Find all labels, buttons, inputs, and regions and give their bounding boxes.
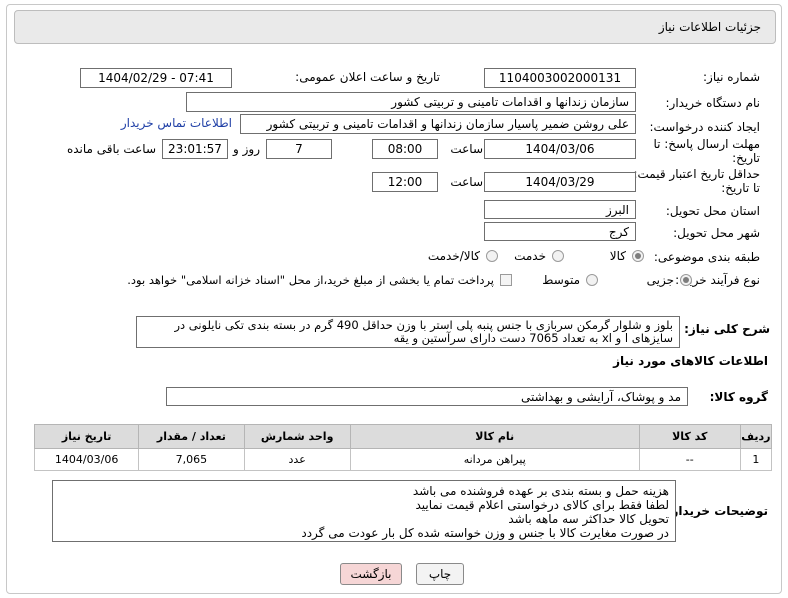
col-quantity: تعداد / مقدار: [138, 424, 245, 449]
price-validity-label-2: تا تاریخ:: [721, 181, 760, 195]
price-validity-date[interactable]: 1404/03/29: [484, 172, 636, 192]
goods-section-title: اطلاعات کالاهای مورد نیاز: [613, 354, 768, 368]
col-row-number: ردیف: [739, 424, 773, 449]
item-code-cell: --: [638, 448, 741, 471]
buyer-note-line: هزینه حمل و بسته بندی بر عهده فروشنده می…: [412, 484, 669, 498]
category-option-goods: کالا: [609, 249, 626, 263]
col-item-name: نام کالا: [349, 424, 640, 449]
category-option-service: خدمت: [514, 249, 546, 263]
province-label: استان محل تحویل:: [665, 204, 760, 218]
province-field[interactable]: البرز: [484, 200, 636, 219]
need-number-label: شماره نیاز:: [703, 70, 760, 84]
remaining-time-label: ساعت باقی مانده: [66, 142, 156, 156]
city-field[interactable]: کرج: [484, 222, 636, 241]
reply-days-field[interactable]: 7: [266, 139, 332, 159]
treasury-payment-checkbox[interactable]: [500, 274, 512, 286]
buyer-org-field[interactable]: سازمان زندانها و اقدامات تامینی و تربیتی…: [186, 92, 636, 112]
treasury-payment-text: پرداخت تمام یا بخشی از مبلغ خرید،از محل …: [127, 273, 494, 287]
buyer-org-label: نام دستگاه خریدار:: [665, 96, 761, 110]
category-radio-service[interactable]: [552, 250, 564, 262]
need-date-cell: 1404/03/06: [33, 448, 140, 471]
table-row[interactable]: 1 -- پیراهن مردانه عدد 7,065 1404/03/06: [33, 448, 773, 471]
reply-deadline-date[interactable]: 1404/03/06: [484, 139, 636, 159]
reply-deadline-label-2: تاریخ:: [732, 151, 760, 165]
row-number-cell: 1: [739, 448, 773, 471]
items-table: ردیف کد کالا نام کالا واحد شمارش تعداد /…: [33, 424, 773, 471]
announce-datetime-field[interactable]: 1404/02/29 - 07:41: [80, 68, 232, 88]
remaining-time-field[interactable]: 23:01:57: [162, 139, 228, 159]
description-label: شرح کلی نیاز:: [684, 322, 770, 336]
need-number-field[interactable]: 1104003002000131: [484, 68, 636, 88]
category-label: طبقه بندی موضوعی:: [653, 250, 760, 264]
price-time-label: ساعت: [450, 175, 483, 189]
price-validity-time[interactable]: 12:00: [372, 172, 438, 192]
col-item-code: کد کالا: [638, 424, 741, 449]
category-radio-goods[interactable]: [632, 250, 644, 262]
print-button[interactable]: چاپ: [416, 563, 464, 585]
unit-cell: عدد: [243, 448, 351, 471]
price-validity-label: حداقل تاریخ اعتبار قیمت:: [633, 167, 760, 181]
item-name-cell: پیراهن مردانه: [349, 448, 640, 471]
announce-datetime-label: تاریخ و ساعت اعلان عمومی:: [295, 70, 440, 84]
buyer-contact-link[interactable]: اطلاعات تماس خریدار: [121, 116, 232, 130]
requester-label: ایجاد کننده درخواست:: [649, 120, 760, 134]
buyer-note-line: تحویل کالا حداکثر سه ماهه باشد: [508, 512, 669, 526]
requester-field[interactable]: علی روشن ضمیر پاسیار سازمان زندانها و اق…: [240, 114, 636, 134]
reply-deadline-label: مهلت ارسال پاسخ: تا: [653, 137, 760, 151]
reply-days-label: روز و: [233, 142, 260, 156]
process-option-minor: جزیی: [646, 273, 674, 287]
city-label: شهر محل تحویل:: [673, 226, 760, 240]
page-title: جزئیات اطلاعات نیاز: [658, 20, 761, 34]
buyer-note-line: در صورت مغایرت کالا با جنس و وزن خواسته …: [301, 526, 669, 540]
page-header: جزئیات اطلاعات نیاز: [14, 10, 776, 44]
goods-group-field[interactable]: مد و پوشاک، آرایشی و بهداشتی: [166, 387, 688, 406]
buyer-notes-label: توضیحات خریدار:: [666, 504, 768, 518]
goods-group-label: گروه کالا:: [709, 390, 768, 404]
col-unit: واحد شمارش: [243, 424, 351, 449]
category-option-goods-service: کالا/خدمت: [427, 249, 480, 263]
col-need-date: تاریخ نیاز: [33, 424, 140, 449]
reply-deadline-time[interactable]: 08:00: [372, 139, 438, 159]
buyer-notes-textarea[interactable]: هزینه حمل و بسته بندی بر عهده فروشنده می…: [52, 480, 676, 542]
process-radio-minor[interactable]: [680, 274, 692, 286]
description-textarea[interactable]: بلوز و شلوار گرمکن سربازی با جنس پنبه پل…: [136, 316, 680, 348]
back-button[interactable]: بازگشت: [340, 563, 402, 585]
process-radio-medium[interactable]: [586, 274, 598, 286]
category-radio-goods-service[interactable]: [486, 250, 498, 262]
reply-time-label: ساعت: [450, 142, 483, 156]
quantity-cell: 7,065: [138, 448, 245, 471]
items-table-header: ردیف کد کالا نام کالا واحد شمارش تعداد /…: [33, 424, 773, 449]
buyer-note-line: لطفا فقط برای کالای درخواستی اعلام قیمت …: [415, 498, 669, 512]
process-option-medium: متوسط: [542, 273, 580, 287]
